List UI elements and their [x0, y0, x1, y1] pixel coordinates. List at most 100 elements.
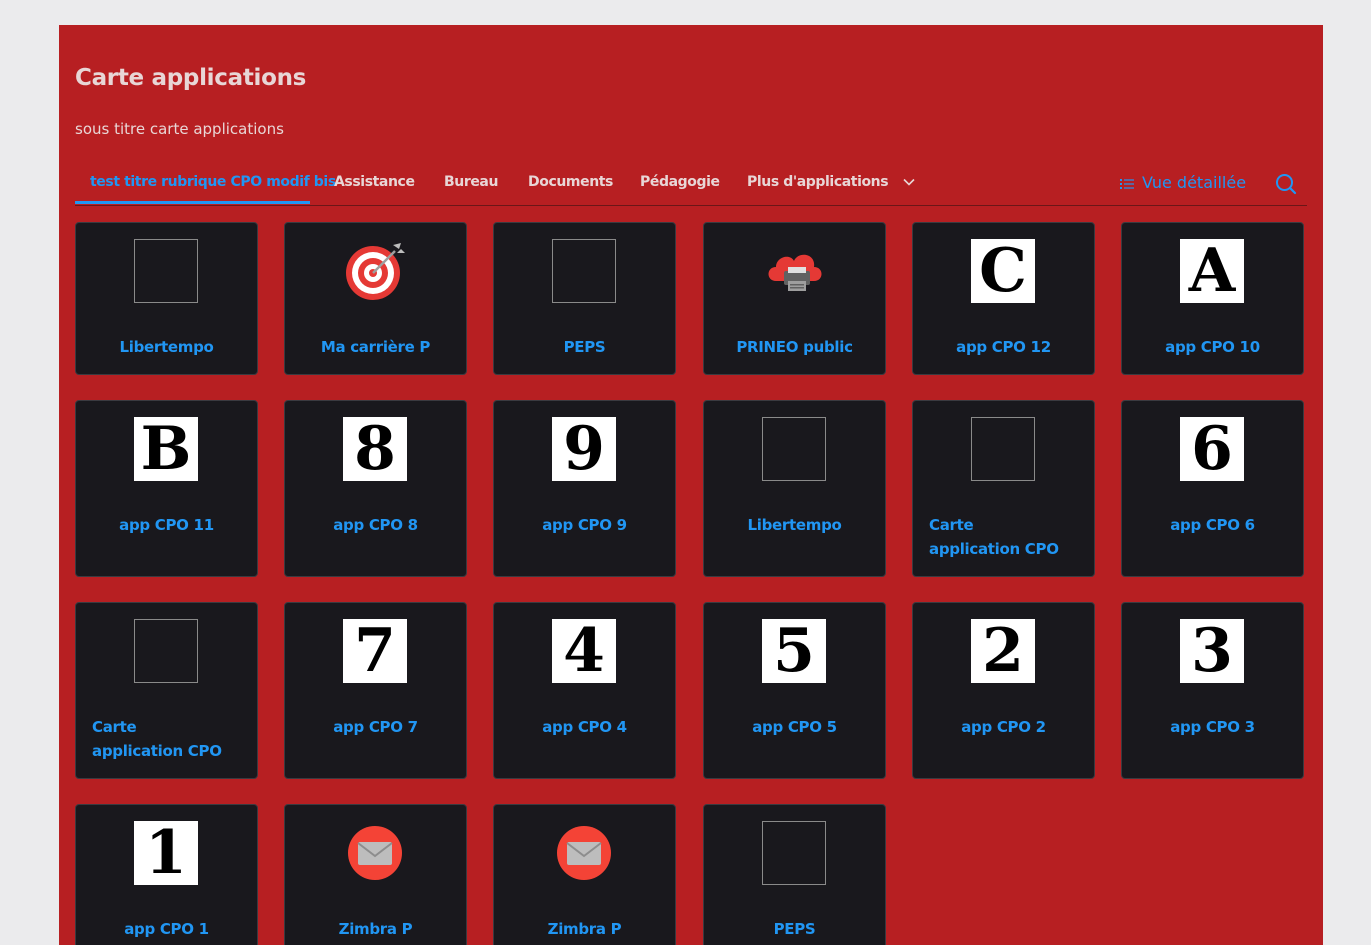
app-label: Libertempo [119, 338, 214, 356]
app-glyph: 8 [354, 417, 396, 481]
app-card-libertempo[interactable]: Libertempo [703, 400, 886, 577]
cloud-printer-icon [768, 254, 822, 291]
app-label: app CPO 8 [333, 516, 418, 534]
app-icon: 6 [1180, 417, 1244, 481]
search-button[interactable] [1275, 173, 1297, 200]
app-label: app CPO 5 [752, 718, 837, 736]
search-icon [1276, 174, 1297, 195]
app-card-app-cpo-8[interactable]: 8 app CPO 8 [284, 400, 467, 577]
app-label: app CPO 11 [119, 516, 214, 534]
app-card-app-cpo-4[interactable]: 4 app CPO 4 [493, 602, 676, 779]
app-label: PRINEO public [736, 338, 853, 356]
app-icon [552, 821, 616, 885]
tab-plus-applications[interactable]: Plus d'applications [747, 174, 915, 190]
app-card-app-cpo-2[interactable]: 2 app CPO 2 [912, 602, 1095, 779]
tab-documents[interactable]: Documents [528, 174, 613, 190]
app-placeholder-icon [134, 239, 198, 303]
app-label: app CPO 9 [542, 516, 627, 534]
app-card-libertempo[interactable]: Libertempo [75, 222, 258, 375]
app-glyph: 6 [1191, 417, 1233, 481]
app-card-app-cpo-11[interactable]: Bapp CPO 11 [75, 400, 258, 577]
app-glyph: A [1188, 239, 1236, 303]
app-card-app-cpo-12[interactable]: Capp CPO 12 [912, 222, 1095, 375]
app-icon: C [971, 239, 1035, 303]
applications-panel: Carte applications sous titre carte appl… [59, 25, 1323, 945]
app-icon [552, 239, 616, 303]
app-label: PEPS [563, 338, 606, 356]
app-card-peps[interactable]: PEPS [493, 222, 676, 375]
app-glyph-icon: A [1180, 239, 1244, 303]
tab-plus-applications-label: Plus d'applications [747, 174, 889, 190]
app-icon: 1 [134, 821, 198, 885]
app-glyph: B [140, 417, 192, 481]
app-glyph-icon: 2 [971, 619, 1035, 683]
app-placeholder-icon [762, 417, 826, 481]
app-card-app-cpo-10[interactable]: Aapp CPO 10 [1121, 222, 1304, 375]
app-icon [762, 417, 826, 481]
app-glyph-icon: 6 [1180, 417, 1244, 481]
app-card-zimbra-p[interactable]: Zimbra P [493, 804, 676, 945]
app-glyph-icon: 8 [343, 417, 407, 481]
app-label: Zimbra P [547, 920, 622, 938]
app-icon [134, 239, 198, 303]
tab-bar: test titre rubrique CPO modif bis Assist… [75, 165, 1307, 206]
app-card-app-cpo-1[interactable]: 1 app CPO 1 [75, 804, 258, 945]
app-label: app CPO 3 [1170, 718, 1255, 736]
app-card-app-cpo-3[interactable]: 3 app CPO 3 [1121, 602, 1304, 779]
app-label: app CPO 10 [1165, 338, 1260, 356]
tab-pedagogie[interactable]: Pédagogie [640, 174, 720, 190]
app-label: Carte application CPO [92, 718, 222, 760]
app-card-carte-application-cpo[interactable]: Carte application CPO [912, 400, 1095, 577]
target-icon [346, 243, 405, 300]
app-glyph-icon: 7 [343, 619, 407, 683]
app-placeholder-icon [971, 417, 1035, 481]
app-glyph-icon: B [134, 417, 198, 481]
app-label: PEPS [773, 920, 816, 938]
app-card-peps[interactable]: PEPS [703, 804, 886, 945]
app-glyph-icon: 3 [1180, 619, 1244, 683]
app-glyph: 2 [982, 619, 1024, 683]
app-glyph-icon: 9 [552, 417, 616, 481]
app-card-carte-application-cpo[interactable]: Carte application CPO [75, 602, 258, 779]
app-label: app CPO 7 [333, 718, 418, 736]
app-label: Ma carrière P [320, 338, 431, 356]
app-icon [134, 619, 198, 683]
tab-assistance[interactable]: Assistance [334, 174, 415, 190]
app-label: Zimbra P [338, 920, 413, 938]
page-subtitle: sous titre carte applications [75, 120, 284, 138]
list-icon [1120, 178, 1134, 189]
app-label: app CPO 12 [956, 338, 1051, 356]
app-glyph-icon: C [971, 239, 1035, 303]
app-label: app CPO 1 [124, 920, 209, 938]
app-icon [971, 417, 1035, 481]
app-icon: 8 [343, 417, 407, 481]
app-glyph: 7 [354, 619, 396, 683]
app-placeholder-icon [762, 821, 826, 885]
app-icon [343, 239, 407, 303]
app-glyph-icon: 4 [552, 619, 616, 683]
app-glyph-icon: 5 [762, 619, 826, 683]
detailed-view-label: Vue détaillée [1142, 173, 1247, 192]
app-card-app-cpo-7[interactable]: 7 app CPO 7 [284, 602, 467, 779]
app-icon [762, 821, 826, 885]
detailed-view-toggle[interactable]: Vue détaillée [1120, 173, 1246, 192]
app-card-app-cpo-9[interactable]: 9 app CPO 9 [493, 400, 676, 577]
app-card-ma-carriere-p[interactable]: Ma carrière P [284, 222, 467, 375]
app-icon: 3 [1180, 619, 1244, 683]
app-glyph: 3 [1191, 619, 1233, 683]
app-glyph: C [979, 239, 1027, 303]
app-label: app CPO 2 [961, 718, 1046, 736]
app-icon: B [134, 417, 198, 481]
app-card-app-cpo-5[interactable]: 5 app CPO 5 [703, 602, 886, 779]
app-card-zimbra-p[interactable]: Zimbra P [284, 804, 467, 945]
app-glyph: 4 [563, 619, 605, 683]
tab-bureau[interactable]: Bureau [444, 174, 498, 190]
app-icon: 9 [552, 417, 616, 481]
app-icon [343, 821, 407, 885]
tab-test-titre-rubrique[interactable]: test titre rubrique CPO modif bis [90, 174, 336, 190]
app-card-prineo-public[interactable]: PRINEO public [703, 222, 886, 375]
app-card-app-cpo-6[interactable]: 6 app CPO 6 [1121, 400, 1304, 577]
mail-icon [557, 826, 611, 880]
app-icon: A [1180, 239, 1244, 303]
app-glyph-icon: 1 [134, 821, 198, 885]
